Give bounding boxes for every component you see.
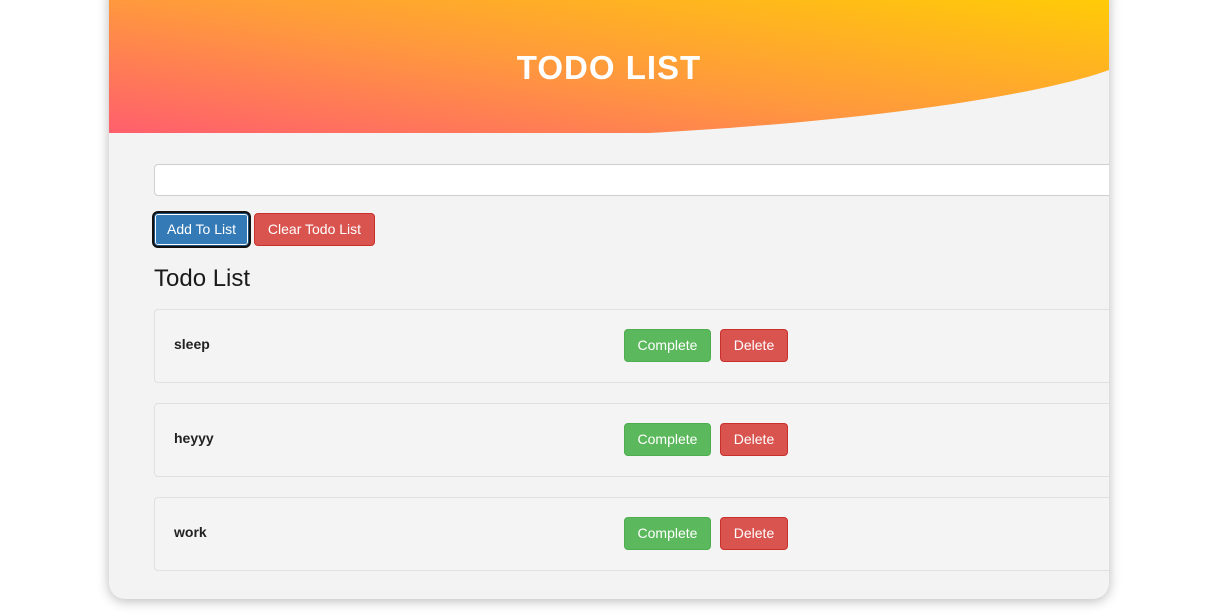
todo-list-heading: Todo List (154, 265, 251, 292)
complete-button[interactable]: Complete (624, 517, 711, 550)
todo-item: work Complete Delete (154, 497, 1109, 571)
add-to-list-button[interactable]: Add To List (154, 213, 249, 246)
todo-item-text: sleep (174, 336, 210, 352)
todo-item-text: heyyy (174, 430, 214, 446)
delete-button[interactable]: Delete (720, 517, 788, 550)
delete-button[interactable]: Delete (720, 423, 788, 456)
delete-button[interactable]: Delete (720, 329, 788, 362)
todo-item: heyyy Complete Delete (154, 403, 1109, 477)
todo-item: sleep Complete Delete (154, 309, 1109, 383)
complete-button[interactable]: Complete (624, 329, 711, 362)
header-banner: TODO LIST (109, 0, 1109, 134)
clear-todo-list-button[interactable]: Clear Todo List (254, 213, 375, 246)
complete-button[interactable]: Complete (624, 423, 711, 456)
todo-app-card: TODO LIST Add To List Clear Todo List To… (109, 0, 1109, 599)
app-title: TODO LIST (516, 49, 702, 86)
todo-item-text: work (174, 524, 207, 540)
todo-input[interactable] (154, 164, 1109, 196)
